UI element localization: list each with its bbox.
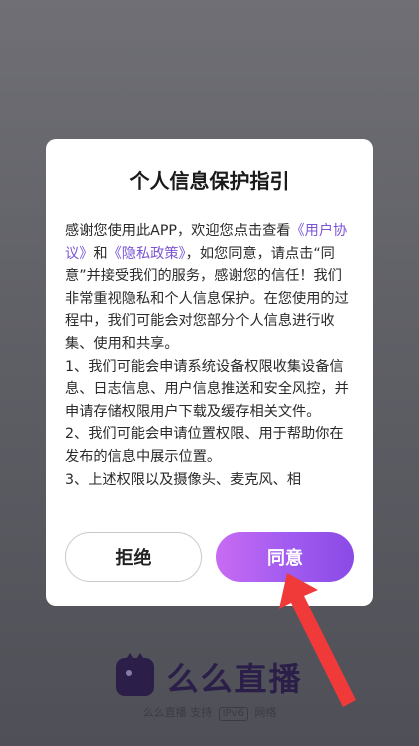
permission-item-3: 3、上述权限以及摄像头、麦克风、相 bbox=[65, 471, 302, 488]
brand-subtitle: 么么直播 支持 IPv6 网络 bbox=[0, 704, 419, 721]
decline-button[interactable]: 拒绝 bbox=[65, 532, 202, 582]
permission-item-2: 2、我们可能会申请位置权限、用于帮助你在发布的信息中展示位置。 bbox=[65, 426, 344, 465]
brand-sub-pre: 么么直播 支持 bbox=[142, 706, 213, 719]
permission-item-1: 1、我们可能会申请系统设备权限收集设备信息、日志信息、用户信息推送和安全风控，并… bbox=[65, 358, 349, 420]
ipv6-badge: IPv6 bbox=[218, 707, 248, 721]
brand-name: 么么直播 bbox=[166, 660, 303, 698]
and-text: 和 bbox=[93, 245, 108, 262]
brand-sub-post: 网络 bbox=[254, 706, 277, 719]
privacy-policy-link[interactable]: 《隐私政策》 bbox=[108, 246, 186, 262]
intro-text-pre: 感谢您使用此APP，欢迎您点击查看 bbox=[65, 223, 291, 239]
dialog-body-scroll[interactable]: 感谢您使用此APP，欢迎您点击查看《用户协议》和《隐私政策》，如您同意，请点击“… bbox=[65, 220, 355, 507]
dialog-title: 个人信息保护指引 bbox=[129, 169, 290, 193]
privacy-dialog: 个人信息保护指引 感谢您使用此APP，欢迎您点击查看《用户协议》和《隐私政策》，… bbox=[46, 139, 373, 606]
intro-paragraph: 感谢您使用此APP，欢迎您点击查看《用户协议》和《隐私政策》，如您同意，请点击“… bbox=[65, 220, 355, 356]
cat-ear-logo-icon bbox=[116, 653, 155, 696]
brand-logo: 么么直播 bbox=[0, 653, 419, 700]
agree-button[interactable]: 同意 bbox=[216, 532, 354, 582]
